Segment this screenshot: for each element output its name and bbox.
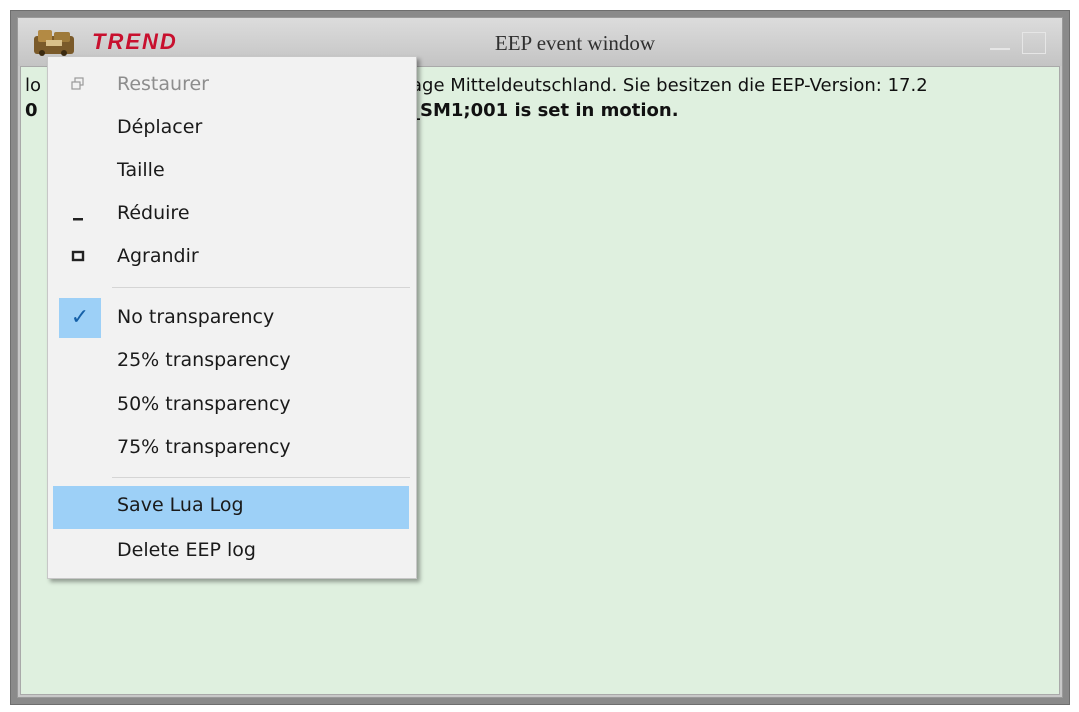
window-title: EEP event window (494, 31, 656, 55)
menu-item-25-transparency[interactable]: 25% transparency (53, 341, 409, 381)
menu-item-minimize[interactable]: Réduire (53, 194, 409, 234)
minimize-icon (67, 202, 89, 224)
menu-item-save-lua-log[interactable]: Save Lua Log (53, 486, 409, 529)
menu-item-no-transparency[interactable]: ✓ No transparency (53, 298, 409, 338)
menu-item-delete-eep-log[interactable]: Delete EEP log (53, 531, 409, 571)
menu-item-label: Save Lua Log (117, 494, 244, 516)
menu-item-move[interactable]: Déplacer (53, 108, 409, 148)
menu-item-label: 25% transparency (117, 349, 291, 371)
check-icon: ✓ (59, 298, 101, 338)
menu-item-label: No transparency (117, 306, 275, 328)
menu-item-75-transparency[interactable]: 75% transparency (53, 428, 409, 468)
maximize-button[interactable] (1022, 32, 1046, 54)
menu-item-label: 75% transparency (117, 436, 291, 458)
menu-item-label: 50% transparency (117, 393, 291, 415)
minimize-button[interactable] (988, 32, 1012, 54)
system-context-menu: Restaurer Déplacer Taille Réduire Agrand… (47, 56, 417, 579)
menu-separator (112, 287, 410, 288)
menu-item-label: Agrandir (117, 245, 199, 267)
menu-item-label: Taille (117, 159, 165, 181)
menu-separator (112, 477, 410, 478)
menu-item-maximize[interactable]: Agrandir (53, 237, 409, 277)
menu-item-label: Restaurer (117, 73, 209, 95)
menu-item-label: Réduire (117, 202, 190, 224)
log-line-start: lo (25, 75, 42, 96)
maximize-icon (67, 245, 89, 267)
menu-item-label: Déplacer (117, 116, 203, 138)
log-line-start: 0 (25, 100, 38, 121)
menu-item-label: Delete EEP log (117, 539, 256, 561)
restore-icon (67, 73, 89, 95)
menu-item-restore[interactable]: Restaurer (53, 65, 409, 105)
log-line-text: _SM1;001 is set in motion. (411, 100, 679, 121)
menu-item-50-transparency[interactable]: 50% transparency (53, 385, 409, 425)
menu-item-size[interactable]: Taille (53, 151, 409, 191)
log-line-text: age Mitteldeutschland. Sie besitzen die … (411, 75, 928, 96)
